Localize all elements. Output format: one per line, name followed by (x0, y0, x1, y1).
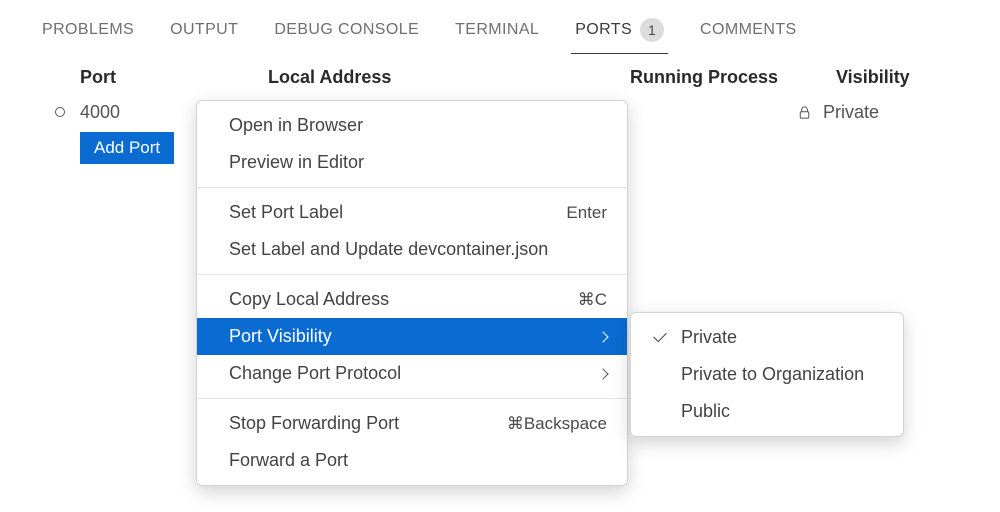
ports-count-badge: 1 (640, 18, 664, 42)
menu-copy-local-address[interactable]: Copy Local Address ⌘C (197, 281, 627, 318)
tab-debug-console[interactable]: DEBUG CONSOLE (270, 8, 423, 54)
header-port: Port (80, 67, 268, 88)
menu-port-visibility[interactable]: Port Visibility (197, 318, 627, 355)
visibility-submenu: Private Private to Organization Public (630, 312, 904, 437)
kbd-cmd-backspace: ⌘Backspace (507, 414, 607, 434)
tab-comments[interactable]: COMMENTS (696, 8, 801, 54)
visibility-value: Private (823, 102, 879, 123)
context-menu: Open in Browser Preview in Editor Set Po… (196, 100, 628, 486)
tab-output[interactable]: OUTPUT (166, 8, 242, 54)
header-running-process: Running Process (630, 67, 836, 88)
submenu-private-to-org[interactable]: Private to Organization (631, 356, 903, 393)
header-local-address: Local Address (268, 67, 630, 88)
tab-ports-label: PORTS (575, 21, 632, 39)
kbd-cmd-c: ⌘C (578, 290, 607, 310)
menu-stop-forwarding[interactable]: Stop Forwarding Port ⌘Backspace (197, 405, 627, 442)
menu-preview-in-editor[interactable]: Preview in Editor (197, 144, 627, 181)
submenu-public[interactable]: Public (631, 393, 903, 430)
menu-open-in-browser[interactable]: Open in Browser (197, 107, 627, 144)
chevron-right-icon (597, 331, 608, 342)
header-visibility: Visibility (836, 67, 910, 88)
kbd-enter: Enter (566, 203, 607, 223)
menu-change-port-protocol[interactable]: Change Port Protocol (197, 355, 627, 392)
submenu-private[interactable]: Private (631, 319, 903, 356)
menu-forward-a-port[interactable]: Forward a Port (197, 442, 627, 479)
menu-set-label-update-devcontainer[interactable]: Set Label and Update devcontainer.json (197, 231, 627, 268)
panel-tabs: PROBLEMS OUTPUT DEBUG CONSOLE TERMINAL P… (0, 0, 1000, 55)
tab-problems[interactable]: PROBLEMS (38, 8, 138, 54)
port-status-icon (40, 107, 80, 117)
lock-icon (796, 104, 813, 121)
chevron-right-icon (597, 368, 608, 379)
add-port-button[interactable]: Add Port (80, 132, 174, 164)
ports-headers: Port Local Address Running Process Visib… (0, 55, 1000, 96)
tab-terminal[interactable]: TERMINAL (451, 8, 543, 54)
check-icon (649, 336, 671, 339)
menu-set-port-label[interactable]: Set Port Label Enter (197, 194, 627, 231)
tab-ports[interactable]: PORTS 1 (571, 8, 668, 54)
